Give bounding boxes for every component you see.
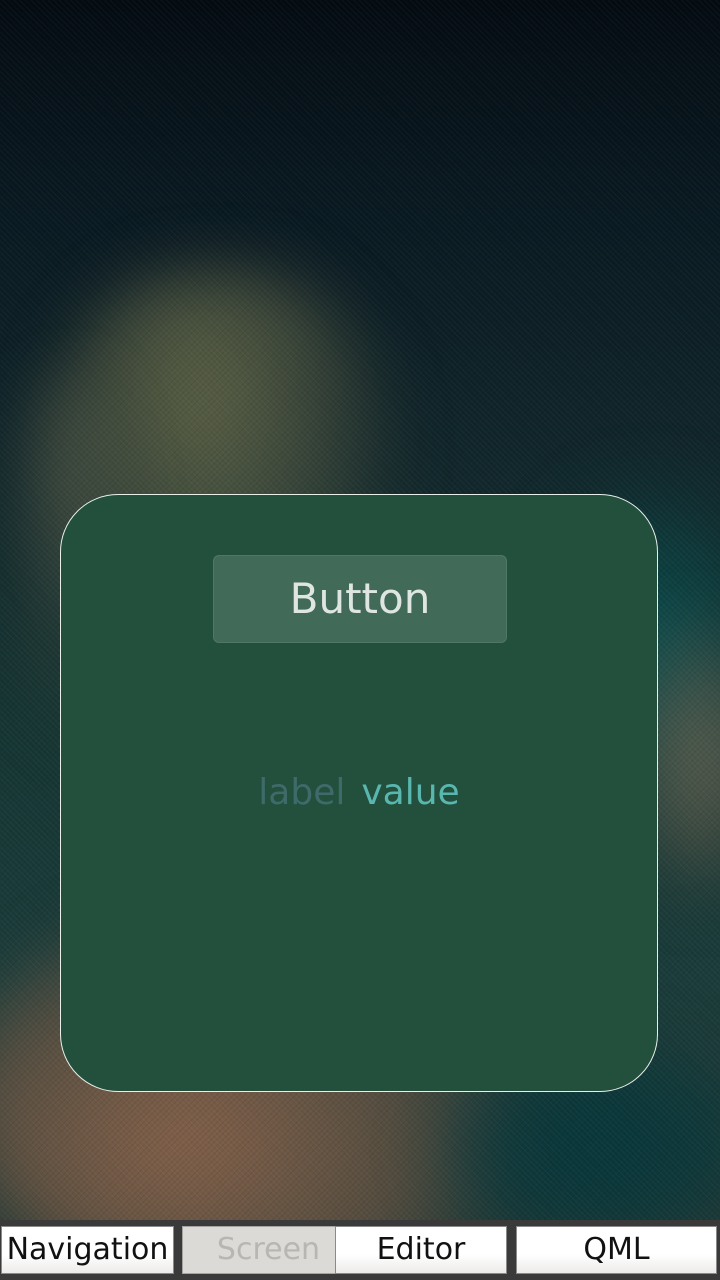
bottom-tab-bar: Navigation Screen Editor QML	[0, 1220, 720, 1280]
label-text: label	[258, 772, 346, 813]
value-text: value	[361, 772, 460, 813]
tab-qml[interactable]: QML	[516, 1226, 717, 1274]
tab-navigation[interactable]: Navigation	[1, 1226, 174, 1274]
tab-editor[interactable]: Editor	[335, 1226, 507, 1274]
tab-screen[interactable]: Screen	[182, 1226, 355, 1274]
panel-button[interactable]: Button	[213, 555, 507, 643]
main-panel: Button label value	[60, 494, 658, 1092]
label-value-row: label value	[61, 771, 657, 815]
